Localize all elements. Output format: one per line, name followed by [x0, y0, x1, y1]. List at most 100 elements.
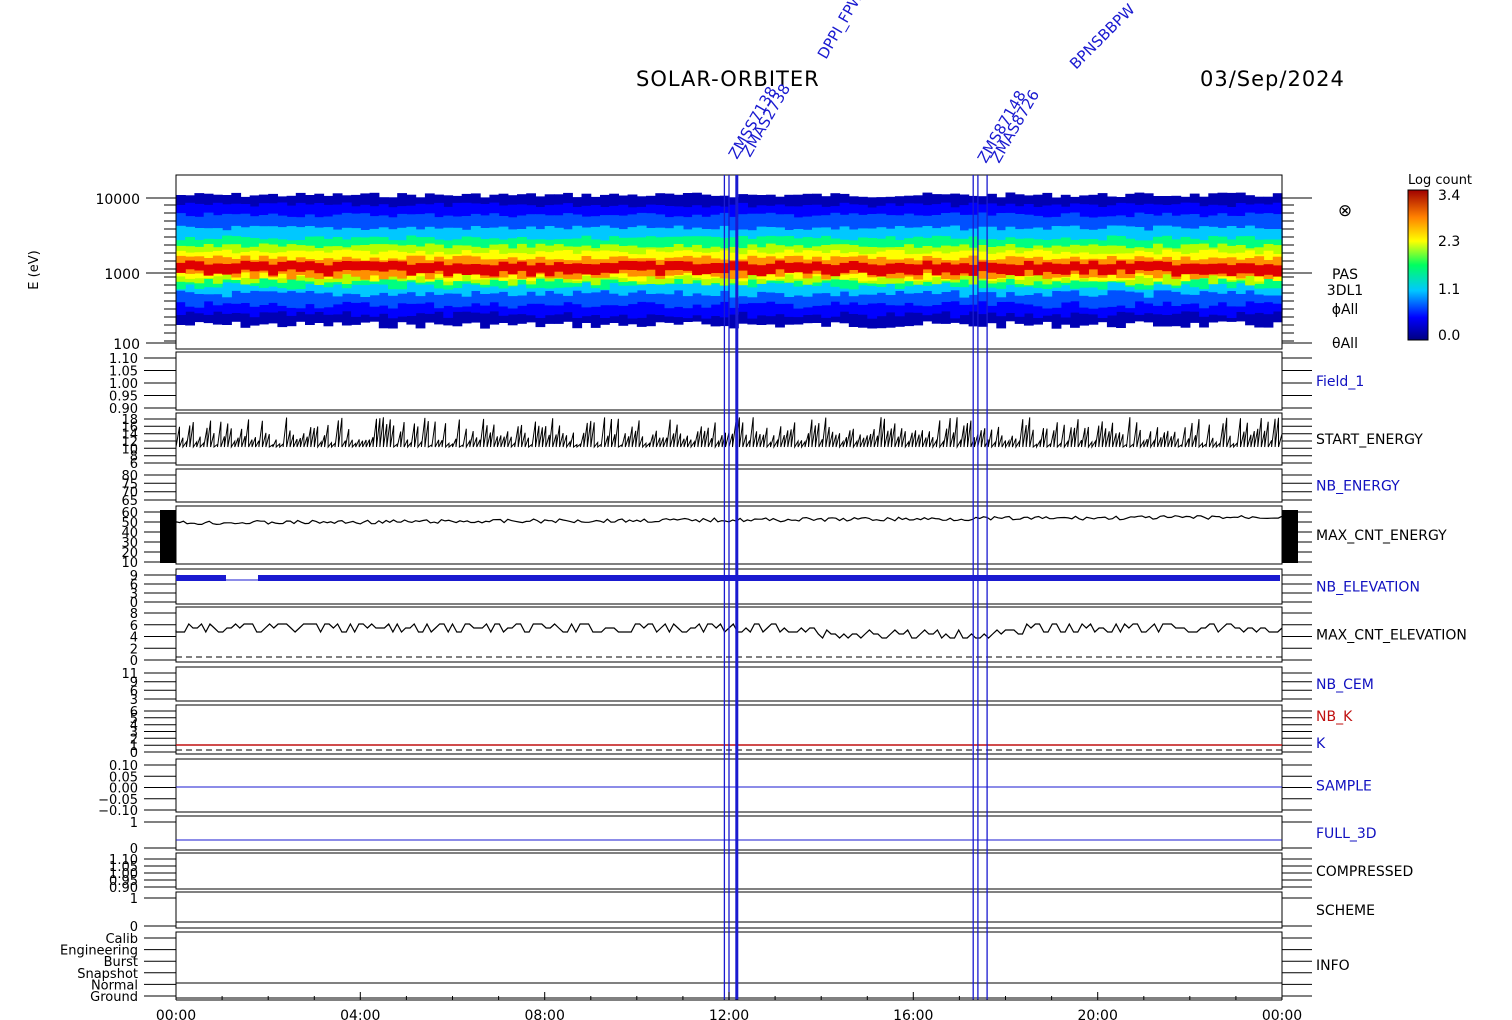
spectrogram-cell [323, 265, 334, 277]
spectrogram-cell [406, 264, 417, 276]
spectrogram-cell [848, 261, 859, 270]
panel-label: Field_1 [1316, 374, 1364, 390]
panel-compressed: 1.101.051.000.950.90COMPRESSED [109, 852, 1413, 896]
housekeeping-panels: 1.101.051.000.950.90Field_1181614121086S… [60, 351, 1467, 1005]
panel-label: K [1316, 736, 1326, 752]
spectrogram-cell [682, 261, 693, 271]
spectrogram-cell [664, 261, 675, 271]
spectrogram-cell [1097, 264, 1108, 276]
spectrogram-cell [378, 262, 389, 272]
spectrogram-cell [1245, 263, 1255, 274]
time-axis: 00:00 04:00 08:00 12:00 16:00 20:00 00:00 [156, 992, 1302, 1020]
spectrogram-cell [1254, 265, 1265, 277]
spectrogram-cell [996, 263, 1007, 274]
spectrogram-cell [913, 264, 924, 276]
spectrogram-cell [775, 260, 785, 270]
colorbar-tick-min: 0.0 [1438, 328, 1460, 344]
spectrogram-cell [627, 261, 638, 270]
spectrogram-cell [1180, 263, 1191, 275]
spectrogram-cell [1189, 263, 1200, 274]
spectrogram-cell [941, 262, 951, 273]
spectrogram-cell [1125, 263, 1136, 274]
spectrogram-cell [922, 260, 933, 270]
spectrogram-cell [415, 263, 426, 274]
panel-ytick: 1 [130, 892, 138, 907]
panel-label: INFO [1316, 958, 1350, 974]
x-tick-label: 12:00 [709, 1008, 749, 1020]
spectrogram-cell [784, 262, 795, 273]
spectrogram-cell [1226, 265, 1237, 277]
spectrogram-cell [802, 263, 813, 274]
spectrogram-cell [498, 261, 509, 272]
spectrogram-cell [1106, 264, 1117, 275]
date-title: 03/Sep/2024 [1200, 67, 1345, 91]
spectrogram-cell [507, 263, 518, 275]
spectrogram-cell [590, 264, 601, 275]
spectrogram-cell [793, 262, 804, 272]
spectrogram-cell [885, 263, 896, 274]
spectrogram-cell [1033, 264, 1043, 276]
spectrogram-cell [268, 264, 278, 276]
spectrogram-cell [222, 264, 232, 275]
spectrogram-cell [212, 263, 223, 274]
spectrogram-cell [1088, 260, 1099, 270]
event-label: DPPI_FPW [814, 0, 868, 62]
x-tick-label: 00:00 [1262, 1008, 1302, 1020]
spectrogram-cell [1134, 261, 1145, 271]
spectrogram-cell [332, 261, 343, 272]
instrument-label: PAS [1332, 267, 1358, 283]
spectrogram-cell [434, 261, 444, 271]
spectrogram-cell [701, 263, 712, 275]
spectrogram-cell [894, 262, 905, 273]
spectrogram-cell [1208, 263, 1219, 275]
spectrogram-cell [452, 263, 463, 274]
spectrogram-ylabel: E (eV) [27, 250, 42, 289]
spectrogram-cell [1272, 265, 1283, 277]
theta-label: θAll [1332, 336, 1358, 352]
spectrogram-cell [1014, 265, 1025, 277]
spectrogram-cell [1235, 263, 1246, 274]
spectrogram-cell [1116, 260, 1126, 270]
spectrogram-cell [360, 261, 371, 271]
spectrogram-cell [950, 264, 960, 276]
panel-info: CalibEngineeringBurstSnapshotNormalGroun… [60, 931, 1350, 1005]
pixel-icon: ⊗ [1338, 201, 1352, 221]
colorbar-tick-mid-low: 1.1 [1438, 282, 1460, 298]
spectrogram-cell [480, 264, 490, 276]
panel-max-cnt-elevation: 86420MAX_CNT_ELEVATION [130, 606, 1467, 669]
spectrogram-cell [286, 260, 297, 270]
spectrogram-cell [1217, 263, 1228, 274]
panel-nb-energy: 80757065NB_ENERGY [121, 468, 1400, 509]
x-tick-label: 04:00 [340, 1008, 380, 1020]
panel-label: MAX_CNT_ENERGY [1316, 528, 1447, 544]
spectrogram-cell [544, 265, 555, 277]
panel-ytick: Ground [90, 990, 138, 1005]
spectrogram-cell [839, 262, 850, 273]
spectrogram-cell [987, 262, 997, 273]
spectrogram-cell [203, 264, 214, 276]
colorbar [1407, 189, 1429, 341]
left-block [160, 510, 176, 563]
spectrogram-cell [858, 262, 868, 273]
spectrogram-cell [341, 261, 352, 270]
spectrogram-cell [295, 262, 306, 272]
spectrogram-cell [1199, 264, 1209, 275]
mode-label: 3DL1 [1327, 283, 1363, 299]
spectrogram-cell [1070, 261, 1080, 271]
spectrogram-cell [461, 264, 472, 275]
spectrogram-cell [185, 260, 195, 270]
panel-scheme: 10SCHEME [130, 891, 1375, 935]
panel-start-energy: 181614121086START_ENERGY [121, 412, 1423, 472]
spectrogram-cell [314, 263, 325, 274]
spectrogram-cell [673, 261, 684, 270]
spectrogram-cell [738, 261, 748, 271]
panel-label: NB_ELEVATION [1316, 580, 1420, 596]
spectrogram-cell [1060, 264, 1071, 275]
spectrogram-cell [1143, 261, 1154, 271]
spectrogram-cell [277, 261, 288, 272]
spectrogram-cell [1051, 263, 1062, 274]
spectrogram-cell [830, 265, 841, 277]
spectrogram-cell [388, 260, 398, 270]
spectrogram-cell [553, 262, 564, 272]
spectrogram-cell [563, 264, 573, 275]
